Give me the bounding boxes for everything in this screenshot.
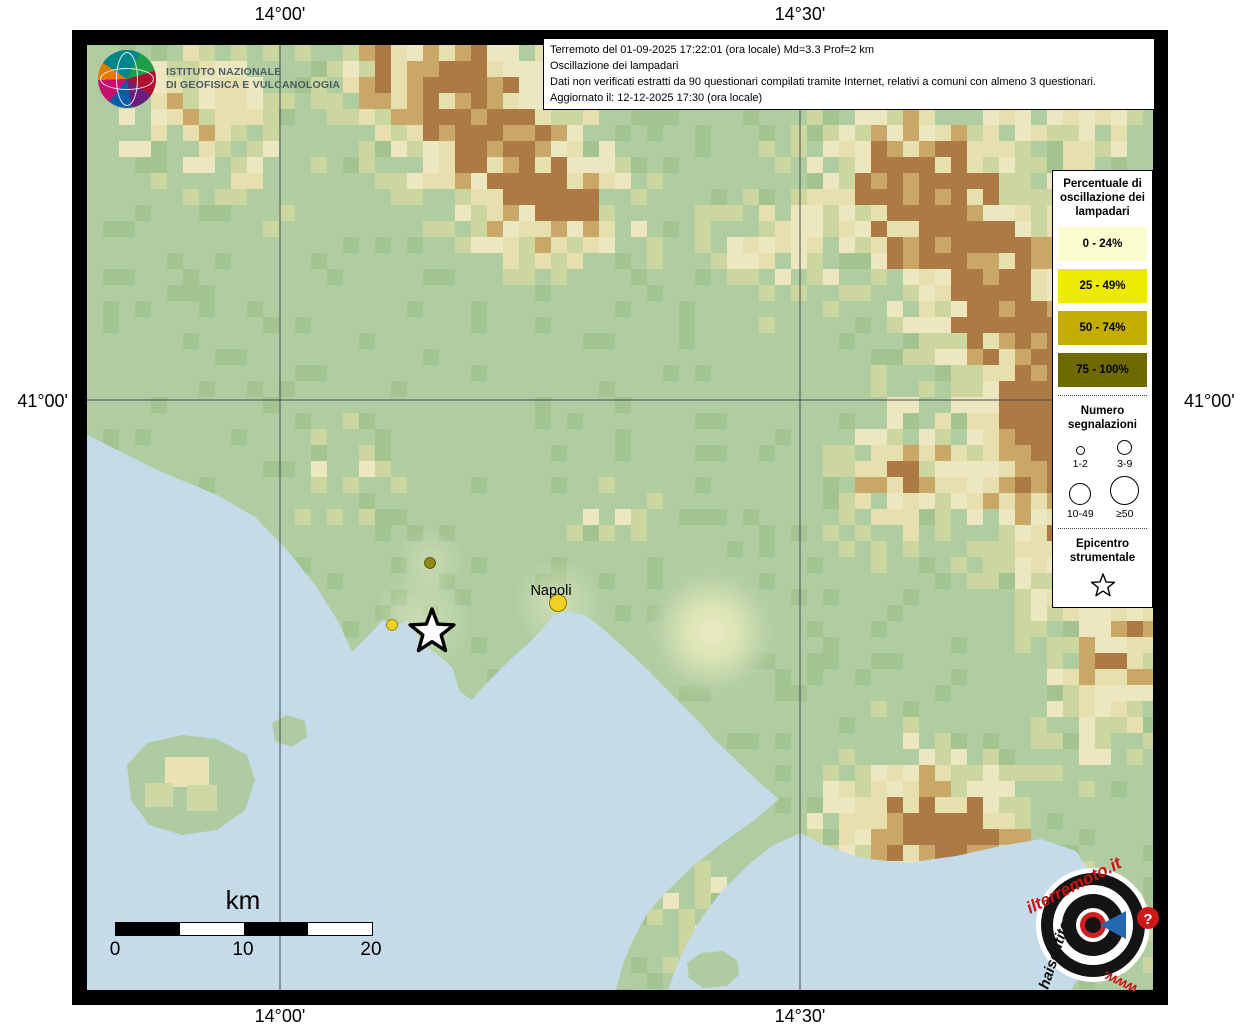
scalebar-bar [115,922,373,936]
legend-divider-1 [1058,395,1147,396]
event-info-box: Terremoto del 01-09-2025 17:22:01 (ora l… [543,38,1155,110]
legend-epicenter-symbol [1058,573,1147,599]
grid-label-bottom-lon-right: 14°30' [775,1006,826,1024]
macroseismic-map-page: 14°00' 14°30' 14°00' 14°30' 41°00' 41°00… [0,0,1255,1024]
signal-circle-small-icon [1076,446,1085,455]
signal-label-3-9: 3-9 [1117,458,1132,470]
signal-label-50plus: ≥50 [1116,508,1133,520]
signal-circle-large-icon [1069,483,1091,505]
legend-epicenter-title: Epicentro strumentale [1058,537,1147,565]
report-dot-inland [425,558,436,569]
event-effect-line: Oscillazione dei lampadari [550,58,1148,74]
signal-circle-xlarge-icon [1110,476,1139,505]
legend-divider-2 [1058,528,1147,529]
legend-signal-sizes: 1-2 3-9 10-49 ≥50 [1058,440,1147,520]
logo-center-dot [1085,917,1101,933]
legend-class-0-24: 0 - 24% [1058,227,1147,261]
city-label-napoli: Napoli [530,583,571,599]
intensity-halo-vesuvio [642,562,782,702]
legend-title: Percentuale di oscillazione dei lampadar… [1058,177,1147,219]
scalebar-tick-0: 0 [110,939,121,961]
ingv-logo-block: ISTITUTO NAZIONALE DI GEOFISICA E VULCAN… [98,50,340,108]
legend-class-75-100: 75 - 100% [1058,353,1147,387]
scalebar: km 0 10 20 [100,885,373,960]
legend-class-50-74: 50 - 74% [1058,311,1147,345]
legend-class-25-49: 25 - 49% [1058,269,1147,303]
logo-question-mark: ? [1143,911,1152,928]
event-disclaimer-line: Dati non verificati estratti da 90 quest… [550,74,1148,90]
epicenter-star-icon [1089,573,1117,599]
map-canvas: Napoli [87,45,1153,990]
scalebar-unit: km [115,885,371,916]
event-summary-line: Terremoto del 01-09-2025 17:22:01 (ora l… [550,42,1148,58]
scalebar-tick-20: 20 [360,939,381,961]
signal-size-50plus: ≥50 [1110,476,1139,520]
scalebar-tick-10: 10 [232,939,253,961]
signal-size-3-9: 3-9 [1117,440,1132,470]
grid-label-top-lon-left: 14°00' [255,4,306,25]
ingv-name-line2: DI GEOFISICA E VULCANOLOGIA [166,79,340,92]
event-updated-line: Aggiornato il: 12-12-2025 17:30 (ora loc… [550,90,1148,106]
ingv-globe-icon [98,50,156,108]
signal-circle-medium-icon [1117,440,1132,455]
ingv-name: ISTITUTO NAZIONALE DI GEOFISICA E VULCAN… [166,66,340,92]
signal-label-1-2: 1-2 [1073,458,1088,470]
grid-label-top-lon-right: 14°30' [775,4,826,25]
legend-signals-title: Numero segnalazioni [1058,404,1147,432]
ingv-name-line1: ISTITUTO NAZIONALE [166,66,340,79]
haisentito-logo-graphic: ilterremoto.it haisentito www. ? [1020,852,1170,1000]
grid-label-lat-right: 41°00' [1184,391,1254,412]
signal-size-10-49: 10-49 [1067,483,1094,520]
legend-panel: Percentuale di oscillazione dei lampadar… [1052,170,1153,608]
signal-label-10-49: 10-49 [1067,508,1094,520]
scalebar-ticks: 0 10 20 [115,936,371,960]
haisentito-logo: ilterremoto.it haisentito www. ? [1020,852,1170,1005]
report-dot-coast [387,620,398,631]
grid-label-bottom-lon-left: 14°00' [255,1006,306,1024]
signal-size-1-2: 1-2 [1073,446,1088,470]
grid-label-lat-left: 41°00' [4,391,68,412]
